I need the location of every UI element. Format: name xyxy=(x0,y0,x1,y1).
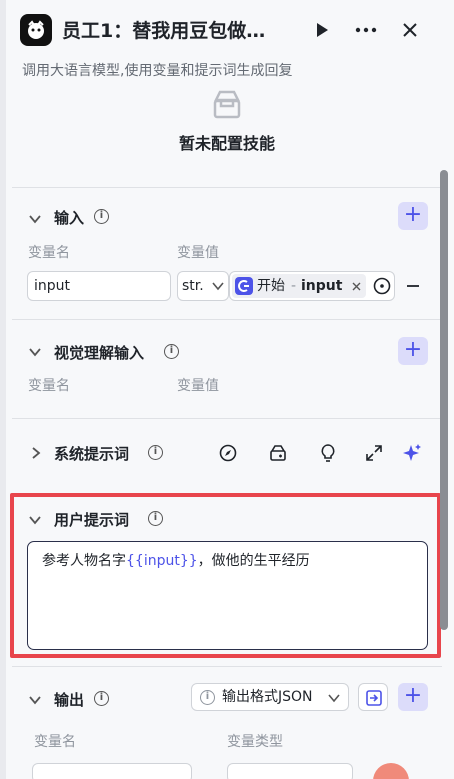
chevron-down-icon[interactable] xyxy=(28,693,42,707)
ai-sparkle-icon[interactable] xyxy=(402,443,422,463)
highlight-box xyxy=(10,493,441,658)
vision-input-section: 视觉理解输入 i + 变量名 变量值 xyxy=(12,320,442,419)
chevron-down-icon xyxy=(328,694,340,703)
compass-icon[interactable] xyxy=(218,443,238,463)
more-button[interactable] xyxy=(352,16,380,44)
skills-section: 暂未配置技能 xyxy=(12,88,442,188)
chevron-down-icon[interactable] xyxy=(28,345,42,359)
close-button[interactable] xyxy=(396,16,424,44)
output-section: 输出 i i 输出格式JSON + 变量名 变量类型 xyxy=(12,666,442,779)
more-icon xyxy=(355,27,377,33)
scrollbar[interactable] xyxy=(440,170,448,630)
node-config-panel: 员工1：替我用豆包做… 调用大语言模型,使用变量和提示词生成回复 暂未配置技能 … xyxy=(0,0,454,779)
add-output-button[interactable]: + xyxy=(398,683,428,711)
col-label-value: 变量值 xyxy=(177,245,219,261)
input-var-name-field[interactable]: input xyxy=(27,271,171,301)
remove-ref-icon[interactable] xyxy=(352,282,361,291)
ref-tag: 开始 - input xyxy=(232,274,366,298)
panel-header: 员工1：替我用豆包做… 调用大语言模型,使用变量和提示词生成回复 xyxy=(6,0,454,88)
output-format-label: 输出格式JSON xyxy=(222,689,313,705)
chevron-right-icon[interactable] xyxy=(29,446,43,460)
output-section-title: 输出 xyxy=(54,691,85,709)
info-icon[interactable]: i xyxy=(148,445,163,460)
play-icon xyxy=(317,23,328,37)
variable-picker-icon[interactable] xyxy=(373,277,391,295)
add-input-button[interactable]: + xyxy=(398,202,428,230)
type-select-value: str. xyxy=(182,278,204,294)
col-label-value: 变量值 xyxy=(177,378,219,394)
input-section-title: 输入 xyxy=(54,209,85,227)
info-icon: i xyxy=(200,690,215,705)
library-icon[interactable] xyxy=(268,443,288,463)
start-node-icon xyxy=(235,277,253,295)
col-label-name: 变量名 xyxy=(28,378,70,394)
page-title: 员工1：替我用豆包做… xyxy=(62,20,266,42)
chevron-down-icon xyxy=(212,282,224,291)
info-icon[interactable]: i xyxy=(164,344,179,359)
output-var-type-select[interactable] xyxy=(227,763,353,779)
input-section: 输入 i + 变量名 变量值 input str. 开始 - input xyxy=(12,188,442,320)
col-label-type: 变量类型 xyxy=(227,734,283,750)
chevron-down-icon[interactable] xyxy=(28,212,42,226)
import-output-button[interactable] xyxy=(358,683,388,711)
expand-icon[interactable] xyxy=(364,443,384,463)
info-icon[interactable]: i xyxy=(94,209,109,224)
ref-source: 开始 xyxy=(257,278,285,294)
add-vision-input-button[interactable]: + xyxy=(398,337,428,365)
system-prompt-title: 系统提示词 xyxy=(54,445,130,463)
lightbulb-icon[interactable] xyxy=(318,443,338,463)
vision-section-title: 视觉理解输入 xyxy=(54,344,145,362)
output-var-name-field[interactable] xyxy=(32,763,192,779)
ref-var: input xyxy=(301,278,343,294)
system-prompt-section: 系统提示词 i xyxy=(12,419,442,489)
close-icon xyxy=(403,23,417,37)
run-button[interactable] xyxy=(308,16,336,44)
skills-empty-text: 暂未配置技能 xyxy=(178,134,275,153)
empty-box-icon xyxy=(213,90,241,119)
output-format-select[interactable]: i 输出格式JSON xyxy=(191,683,349,711)
col-label-name: 变量名 xyxy=(34,734,76,750)
app-logo-icon xyxy=(20,14,52,46)
node-description: 调用大语言模型,使用变量和提示词生成回复 xyxy=(22,63,293,79)
ref-separator: - xyxy=(291,278,297,294)
input-ref-field[interactable]: 开始 - input xyxy=(229,271,395,301)
assistant-avatar[interactable] xyxy=(373,763,409,779)
remove-row-icon[interactable] xyxy=(406,284,420,288)
col-label-name: 变量名 xyxy=(28,245,70,261)
input-type-select[interactable]: str. xyxy=(177,271,229,301)
info-icon[interactable]: i xyxy=(94,691,109,706)
import-icon xyxy=(366,690,382,706)
